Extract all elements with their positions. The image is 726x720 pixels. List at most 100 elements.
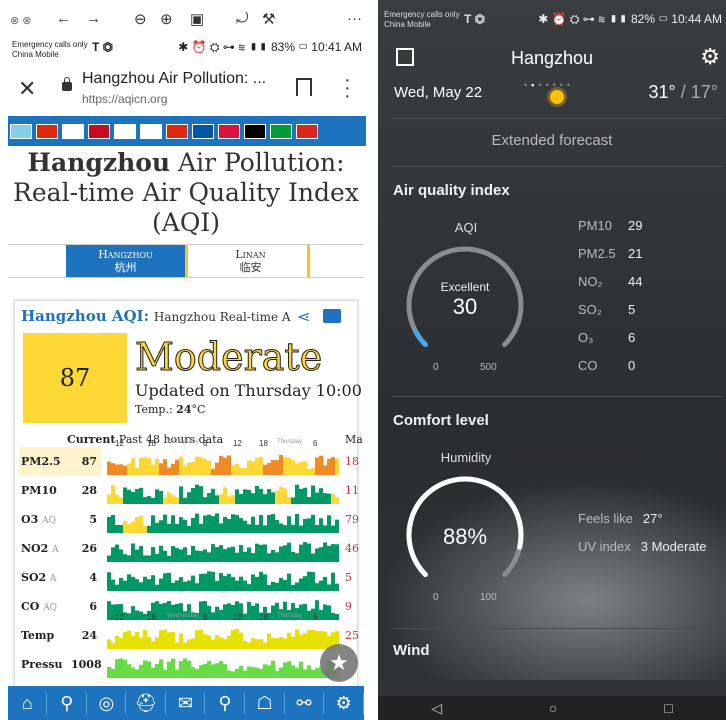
link-icon[interactable]: ⚯ bbox=[285, 692, 325, 714]
more-icon[interactable]: ··· bbox=[347, 10, 362, 27]
page-title[interactable]: Hangzhou Air Pollution: ... bbox=[82, 70, 266, 88]
history-bar bbox=[111, 485, 115, 504]
magic-icon[interactable]: ⚒ bbox=[262, 10, 275, 28]
history-bar bbox=[131, 521, 135, 533]
menu-icon[interactable]: · · · bbox=[344, 70, 351, 106]
history-bar bbox=[307, 610, 311, 620]
history-bar bbox=[199, 486, 203, 504]
window-icon[interactable] bbox=[323, 309, 341, 323]
history-bar bbox=[147, 661, 151, 678]
humidity-value: 88% bbox=[442, 524, 488, 549]
close-icon[interactable]: ✕ bbox=[18, 76, 36, 102]
history-bar bbox=[179, 456, 183, 475]
history-bar bbox=[211, 639, 215, 649]
history-bar bbox=[247, 489, 251, 504]
rotate-icon[interactable]: ⤾ bbox=[236, 10, 249, 27]
nav-recents-button[interactable]: □ bbox=[664, 700, 672, 716]
history-bar bbox=[307, 518, 311, 533]
globe-icon[interactable]: ◎ bbox=[87, 692, 127, 714]
search-icon[interactable]: ⚲ bbox=[206, 692, 245, 714]
history-bar bbox=[319, 580, 323, 591]
history-bar bbox=[187, 639, 191, 649]
tab-hangzhou[interactable]: Hangzhou 杭州 bbox=[66, 245, 188, 277]
history-bar bbox=[299, 578, 303, 591]
history-bar bbox=[303, 487, 307, 504]
history-bar bbox=[135, 669, 139, 678]
history-bar bbox=[311, 514, 315, 533]
history-bar bbox=[123, 554, 127, 562]
history-bar bbox=[335, 497, 339, 504]
fit-icon[interactable]: ▣ bbox=[190, 10, 204, 28]
history-bar bbox=[259, 639, 263, 649]
tab-linan[interactable]: Linan 临安 bbox=[194, 245, 310, 277]
history-bar bbox=[123, 659, 127, 678]
zoom-in-icon[interactable]: ⊕ bbox=[160, 10, 173, 28]
history-bar bbox=[159, 463, 163, 475]
history-bar bbox=[179, 486, 183, 504]
history-bar bbox=[115, 584, 119, 591]
history-bar bbox=[231, 577, 235, 591]
history-bar bbox=[295, 668, 299, 678]
flag-icon[interactable] bbox=[296, 123, 318, 139]
zoom-out-icon[interactable]: ⊖ bbox=[134, 10, 147, 28]
history-bar bbox=[179, 517, 183, 533]
home-icon[interactable]: ⌂ bbox=[8, 692, 48, 714]
flag-icon[interactable] bbox=[114, 123, 136, 139]
flag-icon[interactable] bbox=[88, 123, 110, 139]
history-bar bbox=[139, 664, 143, 678]
history-bar bbox=[143, 526, 147, 533]
history-bars bbox=[107, 455, 339, 475]
history-bar bbox=[207, 552, 211, 562]
history-bar bbox=[275, 552, 279, 562]
share-icon[interactable]: ⋖ bbox=[297, 307, 310, 327]
humidity-min: 0 bbox=[433, 592, 439, 603]
gear-icon[interactable]: ⚙ bbox=[700, 44, 720, 70]
notification-icons: T ⏣ bbox=[464, 12, 486, 26]
history-bar bbox=[259, 571, 263, 591]
city-name[interactable]: Hangzhou bbox=[378, 48, 726, 69]
flag-icon[interactable] bbox=[10, 123, 32, 139]
flag-icon[interactable] bbox=[166, 123, 188, 139]
map-pin-icon[interactable]: ⚲ bbox=[48, 692, 87, 714]
back-icon[interactable]: ← bbox=[56, 10, 71, 27]
forward-icon[interactable]: → bbox=[86, 10, 101, 27]
flag-icon[interactable] bbox=[36, 123, 58, 139]
history-bar bbox=[323, 576, 327, 591]
history-bar bbox=[191, 518, 195, 533]
extended-forecast-button[interactable]: Extended forecast bbox=[378, 132, 726, 149]
flag-icon[interactable] bbox=[62, 123, 84, 139]
divider bbox=[392, 166, 722, 167]
flag-icon[interactable] bbox=[192, 123, 214, 139]
flag-icon[interactable] bbox=[218, 123, 240, 139]
flag-icon[interactable] bbox=[244, 123, 266, 139]
carrier-text: Emergency calls only China Mobile bbox=[12, 40, 88, 59]
history-bar bbox=[295, 553, 299, 562]
history-bar bbox=[271, 492, 275, 504]
pollutant-name: O₃ bbox=[578, 330, 594, 345]
divider bbox=[392, 118, 722, 119]
flag-icon[interactable] bbox=[140, 123, 162, 139]
gear-icon[interactable]: ⚙ bbox=[325, 692, 364, 714]
history-bar bbox=[195, 668, 199, 678]
history-bar bbox=[183, 547, 187, 562]
nav-back-button[interactable]: ◁ bbox=[431, 700, 442, 717]
chat-icon[interactable]: ☖ bbox=[246, 692, 285, 714]
bookmark-icon[interactable] bbox=[296, 78, 312, 99]
history-bar bbox=[303, 542, 307, 562]
history-bar bbox=[163, 497, 167, 504]
mask-icon[interactable]: ⛑ bbox=[127, 692, 166, 714]
flag-icon[interactable] bbox=[270, 123, 292, 139]
history-bar bbox=[203, 497, 207, 504]
history-bar bbox=[107, 639, 111, 649]
history-bar bbox=[227, 455, 231, 475]
history-bar bbox=[159, 659, 163, 678]
history-bar bbox=[155, 522, 159, 533]
history-bar bbox=[199, 457, 203, 475]
history-bar bbox=[159, 490, 163, 504]
history-bar bbox=[215, 513, 219, 533]
nav-home-button[interactable]: ○ bbox=[549, 700, 557, 716]
page-url[interactable]: https://aqicn.org bbox=[82, 92, 167, 106]
history-bar bbox=[259, 515, 263, 533]
favorite-button[interactable]: ★ bbox=[320, 644, 358, 682]
faq-icon[interactable]: ✉ bbox=[166, 692, 206, 714]
